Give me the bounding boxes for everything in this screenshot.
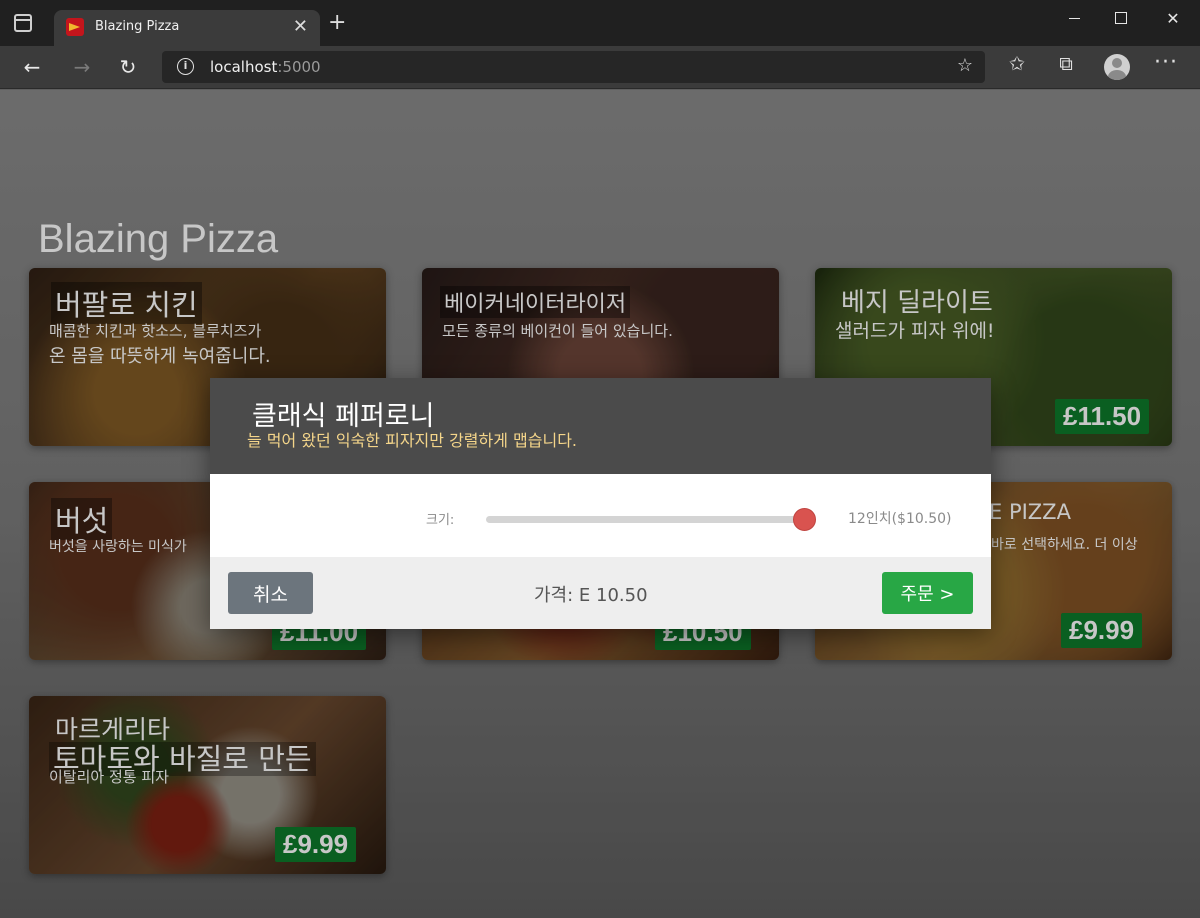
- url-text[interactable]: localhost:5000: [210, 58, 321, 76]
- site-info-icon[interactable]: i: [177, 58, 194, 75]
- more-menu-icon[interactable]: ···: [1154, 50, 1178, 75]
- collections-icon[interactable]: ⧉: [1053, 53, 1079, 75]
- size-slider[interactable]: [486, 508, 816, 531]
- minimize-button[interactable]: [1052, 6, 1098, 32]
- size-value: 12인치($10.50): [848, 511, 952, 527]
- new-tab-button[interactable]: +: [328, 12, 346, 34]
- order-button[interactable]: 주문 >: [882, 572, 973, 614]
- tab-close-icon[interactable]: ✕: [293, 16, 308, 37]
- browser-nav-bar: ← → ↻ i localhost:5000 ☆ ✩ ⧉ ···: [0, 46, 1200, 89]
- maximize-button[interactable]: [1098, 6, 1144, 32]
- browser-tab[interactable]: Blazing Pizza ✕: [54, 10, 320, 46]
- tab-actions-icon[interactable]: [14, 14, 32, 32]
- tab-title: Blazing Pizza: [95, 19, 180, 34]
- size-label: 크기:: [426, 513, 455, 528]
- window-close-button[interactable]: ✕: [1150, 6, 1196, 32]
- browser-tab-bar: Blazing Pizza ✕ + ✕: [0, 0, 1200, 46]
- refresh-button[interactable]: ↻: [112, 52, 144, 82]
- dialog-body: 크기: 12인치($10.50): [210, 474, 991, 557]
- pizza-favicon-icon: [66, 18, 84, 36]
- total-price: 가격: E 10.50: [534, 585, 648, 606]
- configure-pizza-dialog: 클래식 페퍼로니 늘 먹어 왔던 익숙한 피자지만 강렬하게 맵습니다. 크기:…: [210, 378, 991, 629]
- back-button[interactable]: ←: [16, 52, 48, 82]
- url-host: localhost: [210, 58, 278, 76]
- dialog-footer: 취소 가격: E 10.50 주문 >: [210, 557, 991, 629]
- forward-button[interactable]: →: [66, 52, 98, 82]
- dialog-description: 늘 먹어 왔던 익숙한 피자지만 강렬하게 맵습니다.: [247, 431, 578, 450]
- add-favorite-icon[interactable]: ☆: [957, 55, 973, 76]
- profile-avatar[interactable]: [1104, 54, 1130, 80]
- favorites-icon[interactable]: ✩: [1004, 53, 1030, 75]
- address-bar[interactable]: i localhost:5000 ☆: [162, 51, 985, 83]
- dialog-header: 클래식 페퍼로니 늘 먹어 왔던 익숙한 피자지만 강렬하게 맵습니다.: [210, 378, 991, 474]
- size-slider-thumb[interactable]: [793, 508, 816, 531]
- url-port: :5000: [277, 58, 321, 76]
- cancel-button[interactable]: 취소: [228, 572, 313, 614]
